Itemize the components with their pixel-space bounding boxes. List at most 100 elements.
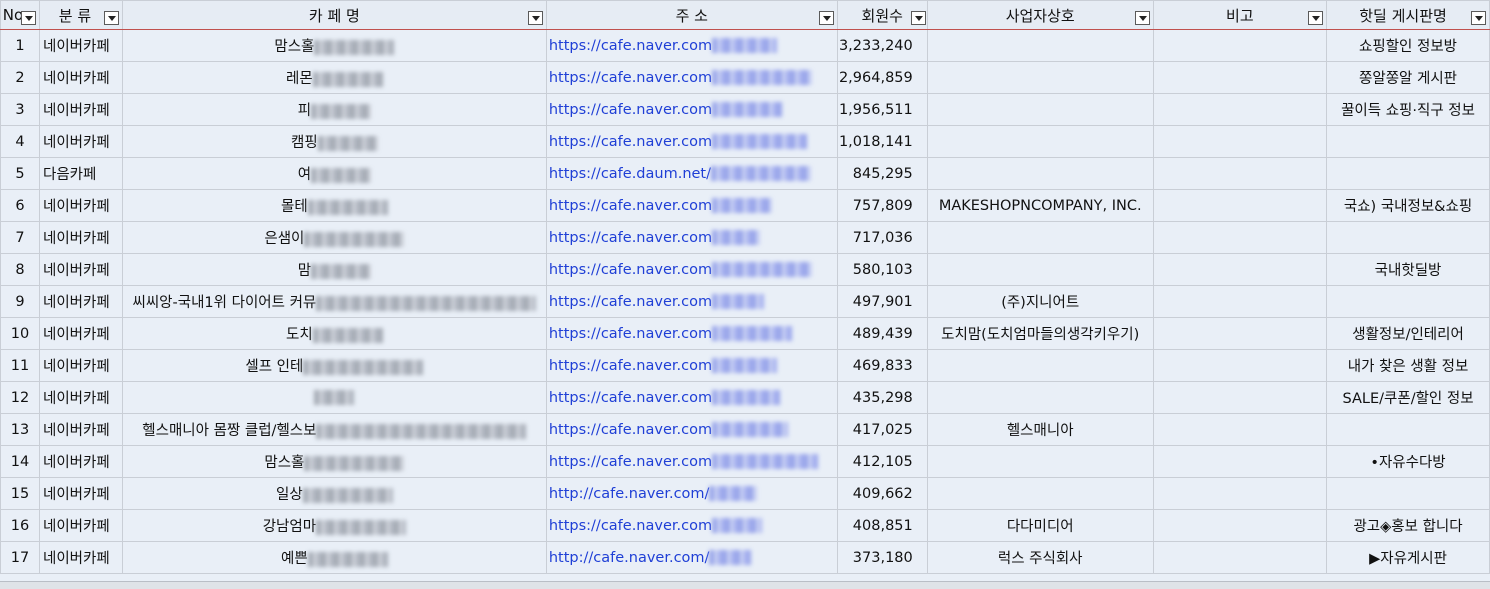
cell-business[interactable]	[926, 125, 1154, 158]
cell-cafe-name[interactable]: 몰테	[121, 189, 547, 222]
cell-cafe-name[interactable]: 여	[121, 157, 547, 190]
cell-category[interactable]: 네이버카페	[38, 29, 123, 62]
cell-members[interactable]: 435,298	[836, 381, 928, 414]
cell-category[interactable]: 네이버카페	[38, 317, 123, 350]
cell-address[interactable]: https://cafe.naver.com	[545, 349, 838, 382]
filter-dropdown-icon[interactable]	[1471, 11, 1486, 25]
cell-note[interactable]	[1152, 189, 1328, 222]
cell-business[interactable]	[926, 477, 1154, 510]
cell-category[interactable]: 네이버카페	[38, 221, 123, 254]
cell-no[interactable]: 7	[0, 221, 40, 254]
cell-address[interactable]: https://cafe.naver.com	[545, 509, 838, 542]
cell-business[interactable]	[926, 29, 1154, 62]
cell-board[interactable]: 국내핫딜방	[1326, 253, 1490, 286]
cell-note[interactable]	[1152, 29, 1328, 62]
cell-address[interactable]: https://cafe.naver.com	[545, 221, 838, 254]
cell-note[interactable]	[1152, 349, 1328, 382]
cell-address[interactable]: https://cafe.naver.com	[545, 381, 838, 414]
cell-cafe-name[interactable]: 캠핑	[121, 125, 547, 158]
cell-members[interactable]: 373,180	[836, 541, 928, 574]
cell-business[interactable]	[926, 93, 1154, 126]
cell-address[interactable]: http://cafe.naver.com/	[545, 477, 838, 510]
cell-members[interactable]: 469,833	[836, 349, 928, 382]
cell-address[interactable]: https://cafe.naver.com	[545, 93, 838, 126]
cell-address[interactable]: https://cafe.naver.com	[545, 61, 838, 94]
cell-no[interactable]: 6	[0, 189, 40, 222]
cell-note[interactable]	[1152, 381, 1328, 414]
cell-no[interactable]: 11	[0, 349, 40, 382]
cell-cafe-name[interactable]: 은샘이	[121, 221, 547, 254]
cell-business[interactable]	[926, 253, 1154, 286]
cell-no[interactable]: 1	[0, 29, 40, 62]
cell-no[interactable]: 12	[0, 381, 40, 414]
cell-cafe-name[interactable]: 맘	[121, 253, 547, 286]
cell-cafe-name[interactable]: 도치	[121, 317, 547, 350]
cell-cafe-name[interactable]: 피	[121, 93, 547, 126]
cell-no[interactable]: 5	[0, 157, 40, 190]
cell-business[interactable]: 헬스매니아	[926, 413, 1154, 446]
cell-cafe-name[interactable]: 맘스홀	[121, 29, 547, 62]
cell-business[interactable]: 도치맘(도치엄마들의생각키우기)	[926, 317, 1154, 350]
cell-address[interactable]: https://cafe.daum.net/	[545, 157, 838, 190]
cell-cafe-name[interactable]: 예쁜	[121, 541, 547, 574]
cell-board[interactable]	[1326, 285, 1490, 318]
cell-cafe-name[interactable]: 셀프 인테	[121, 349, 547, 382]
cell-address[interactable]: https://cafe.naver.com	[545, 29, 838, 62]
cell-category[interactable]: 네이버카페	[38, 413, 123, 446]
cell-no[interactable]: 2	[0, 61, 40, 94]
cell-business[interactable]	[926, 445, 1154, 478]
cell-cafe-name[interactable]: 강남엄마	[121, 509, 547, 542]
cell-note[interactable]	[1152, 413, 1328, 446]
cell-cafe-name[interactable]: 씨씨앙-국내1위 다이어트 커뮤	[121, 285, 547, 318]
cell-board[interactable]: 내가 찾은 생활 정보	[1326, 349, 1490, 382]
filter-dropdown-icon[interactable]	[20, 11, 36, 25]
cell-note[interactable]	[1152, 253, 1328, 286]
cell-category[interactable]: 네이버카페	[38, 349, 123, 382]
cell-category[interactable]: 네이버카페	[38, 541, 123, 574]
cell-board[interactable]	[1326, 413, 1490, 446]
cell-business[interactable]: 다다미디어	[926, 509, 1154, 542]
cell-no[interactable]: 8	[0, 253, 40, 286]
cell-board[interactable]: 쇼핑할인 정보방	[1326, 29, 1490, 62]
cell-note[interactable]	[1152, 317, 1328, 350]
cell-board[interactable]: 쫑알쫑알 게시판	[1326, 61, 1490, 94]
cell-board[interactable]	[1326, 477, 1490, 510]
cell-members[interactable]: 489,439	[836, 317, 928, 350]
cell-note[interactable]	[1152, 541, 1328, 574]
cell-business[interactable]	[926, 61, 1154, 94]
cell-board[interactable]: 생활정보/인테리어	[1326, 317, 1490, 350]
cell-no[interactable]: 3	[0, 93, 40, 126]
cell-cafe-name[interactable]	[121, 381, 547, 414]
cell-category[interactable]: 다음카페	[38, 157, 123, 190]
cell-cafe-name[interactable]: 헬스매니아 몸짱 클럽/헬스보	[121, 413, 547, 446]
cell-members[interactable]: 757,809	[836, 189, 928, 222]
cell-no[interactable]: 9	[0, 285, 40, 318]
cell-members[interactable]: 497,901	[836, 285, 928, 318]
cell-board[interactable]: 국쇼) 국내정보&쇼핑	[1326, 189, 1490, 222]
cell-category[interactable]: 네이버카페	[38, 381, 123, 414]
cell-category[interactable]: 네이버카페	[38, 445, 123, 478]
filter-dropdown-icon[interactable]	[103, 11, 119, 25]
cell-members[interactable]: 1,018,141	[836, 125, 928, 158]
cell-category[interactable]: 네이버카페	[38, 477, 123, 510]
cell-members[interactable]: 417,025	[836, 413, 928, 446]
cell-note[interactable]	[1152, 221, 1328, 254]
cell-address[interactable]: https://cafe.naver.com	[545, 317, 838, 350]
cell-note[interactable]	[1152, 125, 1328, 158]
filter-dropdown-icon[interactable]	[527, 11, 543, 25]
cell-no[interactable]: 10	[0, 317, 40, 350]
cell-no[interactable]: 17	[0, 541, 40, 574]
cell-address[interactable]: https://cafe.naver.com	[545, 189, 838, 222]
cell-members[interactable]: 580,103	[836, 253, 928, 286]
cell-address[interactable]: https://cafe.naver.com	[545, 285, 838, 318]
cell-no[interactable]: 4	[0, 125, 40, 158]
cell-note[interactable]	[1152, 285, 1328, 318]
cell-no[interactable]: 13	[0, 413, 40, 446]
cell-members[interactable]: 409,662	[836, 477, 928, 510]
cell-address[interactable]: https://cafe.naver.com	[545, 413, 838, 446]
cell-members[interactable]: 845,295	[836, 157, 928, 190]
cell-board[interactable]	[1326, 125, 1490, 158]
cell-address[interactable]: https://cafe.naver.com	[545, 125, 838, 158]
filter-dropdown-icon[interactable]	[818, 11, 834, 25]
cell-business[interactable]	[926, 157, 1154, 190]
